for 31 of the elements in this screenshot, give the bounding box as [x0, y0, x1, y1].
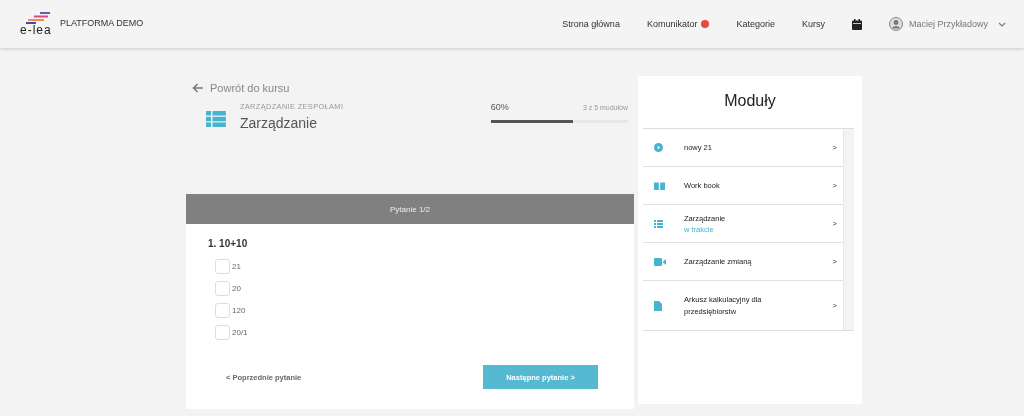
user-name[interactable]: Maciej Przykładowy [908, 19, 988, 29]
calendar-icon[interactable] [851, 18, 862, 30]
platform-name: PLATFORMA DEMO [60, 17, 144, 28]
checkbox[interactable] [215, 302, 230, 318]
nav-link[interactable]: Strona główna [562, 19, 620, 29]
book-icon [654, 181, 665, 190]
nav-link[interactable]: Kursy [801, 19, 825, 29]
lesson-title: Zarządzanie [239, 115, 318, 131]
checkbox[interactable] [215, 280, 230, 296]
checkbox[interactable] [215, 258, 230, 274]
nav-link[interactable]: Kategorie [736, 19, 775, 29]
play-icon [654, 143, 663, 152]
checkbox[interactable] [215, 324, 230, 340]
stripes-icon [26, 11, 52, 24]
arrow-left-icon [192, 83, 204, 93]
question-header: Pytanie 1/2 [186, 194, 634, 224]
document-icon [654, 300, 662, 311]
chevron-down-icon[interactable] [998, 21, 1006, 27]
answer-label: 120 [232, 305, 246, 315]
panel-title: Moduły [723, 92, 777, 110]
answer-label: 20/1 [232, 327, 248, 337]
nav-link[interactable]: Komunikator [646, 19, 710, 29]
answer-label: 20 [232, 283, 241, 293]
progress-percent: 60% [490, 102, 509, 112]
avatar-icon[interactable] [888, 17, 903, 31]
logo-text[interactable]: e-lea [20, 23, 52, 37]
list-icon [654, 219, 663, 228]
question-text: 1. 10+10 [208, 238, 249, 249]
list-icon [206, 111, 226, 127]
video-camera-icon [654, 257, 666, 266]
answer-label: 21 [232, 261, 241, 271]
